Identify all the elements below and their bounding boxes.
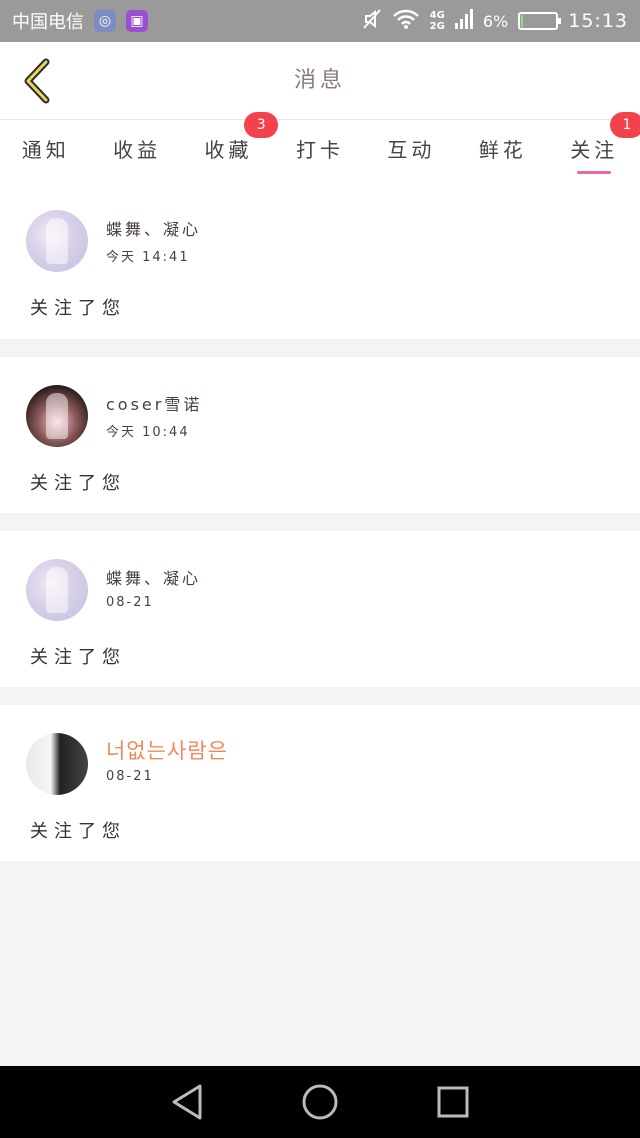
tab-badge: 3 [244,112,279,138]
network-top: 4G [429,10,445,21]
timestamp: 08-21 [106,769,154,784]
avatar[interactable] [26,733,88,795]
carrier-label: 中国电信 [12,12,84,33]
avatar-figure [46,218,68,264]
signal-icon [454,9,473,33]
tab-label: 通知 [21,138,70,162]
square-recent-icon [437,1086,469,1118]
qq-icon: ◎ [94,10,116,32]
avatar[interactable] [26,559,88,621]
circle-home-icon [302,1084,338,1120]
message-text: 关注了您 [30,647,126,668]
system-nav-bar [0,1066,640,1138]
tab-follow[interactable]: 关注 1 [549,112,640,182]
tab-label: 收藏 [204,138,253,162]
list-item[interactable]: 너없는사람은 08-21 关注了您 [0,705,640,861]
tab-label: 关注 [570,138,619,162]
clock: 15:13 [568,10,628,32]
avatar-figure [46,567,68,613]
list-item[interactable]: 蝶舞、凝心 08-21 关注了您 [0,531,640,687]
battery-icon [518,12,562,30]
tab-interaction[interactable]: 互动 [366,120,457,182]
timestamp: 今天 10:44 [106,425,190,440]
status-left: 中国电信 ◎ ▣ [12,8,148,34]
username[interactable]: 너없는사람은 [106,735,228,765]
tab-label: 互动 [387,138,436,162]
tab-label: 收益 [113,138,162,162]
mute-icon [362,8,382,34]
tab-income[interactable]: 收益 [91,120,182,182]
list-item[interactable]: coser雪诺 今天 10:44 关注了您 [0,357,640,513]
message-text: 关注了您 [30,298,126,319]
tab-notice[interactable]: 通知 [0,120,91,182]
nav-recent-button[interactable] [423,1072,483,1132]
status-bar: 中国电信 ◎ ▣ 4G 2G 6% 15:13 [0,0,640,42]
message-text: 关注了您 [30,473,126,494]
image-icon: ▣ [126,10,148,32]
timestamp: 08-21 [106,595,154,610]
wifi-icon [392,8,420,34]
tab-checkin[interactable]: 打卡 [274,120,365,182]
username[interactable]: 蝶舞、凝心 [106,565,201,589]
username[interactable]: coser雪诺 [106,391,202,415]
nav-home-button[interactable] [290,1072,350,1132]
message-list: 蝶舞、凝心 今天 14:41 关注了您 coser雪诺 今天 10:44 关注了… [0,182,640,861]
tab-flowers[interactable]: 鲜花 [457,120,548,182]
tab-bar: 通知 收益 收藏 3 打卡 互动 鲜花 关注 1 [0,112,640,182]
status-right: 4G 2G 6% 15:13 [362,8,628,34]
network-type: 4G 2G [430,10,445,32]
avatar[interactable] [26,385,88,447]
tab-label: 打卡 [295,138,344,162]
avatar-figure [46,393,68,439]
battery-percent: 6% [482,11,509,31]
message-text: 关注了您 [30,821,126,842]
avatar[interactable] [26,210,88,272]
tab-favorites[interactable]: 收藏 3 [183,112,279,182]
timestamp: 今天 14:41 [106,250,190,265]
tab-label: 鲜花 [478,138,527,162]
list-item[interactable]: 蝶舞、凝心 今天 14:41 关注了您 [0,182,640,339]
triangle-back-icon [172,1084,202,1120]
battery-level [521,15,524,27]
nav-back-button[interactable] [157,1072,217,1132]
network-bottom: 2G [429,21,445,32]
page-title: 消息 [293,68,346,93]
header: 消息 [0,42,640,120]
tab-badge: 1 [609,112,640,138]
username[interactable]: 蝶舞、凝心 [106,216,201,240]
